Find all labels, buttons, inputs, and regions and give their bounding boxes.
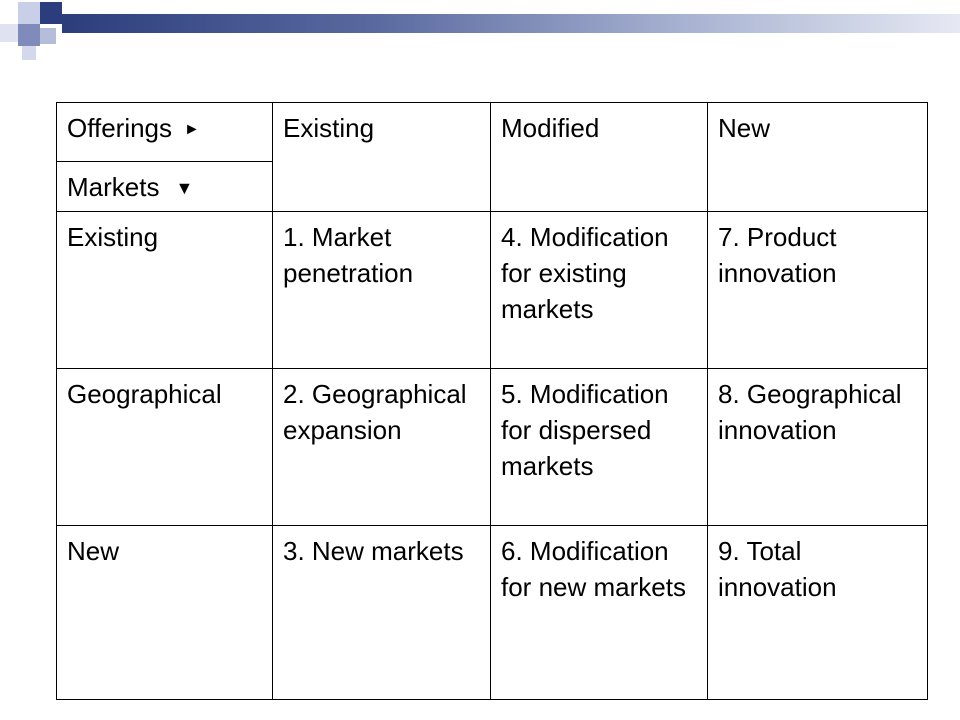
cell-market-penetration: 1. Market penetration xyxy=(272,211,491,369)
ansoff-matrix-table: Offerings ► Existing Modified New Markets… xyxy=(56,102,928,700)
cell-modification-new: 6. Modification for new markets xyxy=(490,525,708,700)
cell-geographical-expansion: 2. Geographical expansion xyxy=(272,368,491,526)
column-header-existing: Existing xyxy=(272,102,491,212)
cell-modification-dispersed: 5. Modification for dispersed markets xyxy=(490,368,708,526)
row-label-new: New xyxy=(56,525,273,700)
cell-modification-existing: 4. Modification for existing markets xyxy=(490,211,708,369)
deco-square xyxy=(18,2,40,24)
table-row: New 3. New markets 6. Modification for n… xyxy=(56,525,928,700)
offerings-label: Offerings xyxy=(67,113,173,143)
cell-geographical-innovation: 8. Geographical innovation xyxy=(707,368,928,526)
cell-total-innovation: 9. Total innovation xyxy=(707,525,928,700)
cell-new-markets: 3. New markets xyxy=(272,525,491,700)
cell-product-innovation: 7. Product innovation xyxy=(707,211,928,369)
header-row: Offerings ► Existing Modified New xyxy=(56,102,928,212)
deco-square xyxy=(0,24,18,42)
arrow-right-icon: ► xyxy=(184,121,200,138)
row-label-existing: Existing xyxy=(56,211,273,369)
markets-header-cell: Markets ▼ xyxy=(56,161,273,212)
deco-square xyxy=(40,2,62,24)
table-row: Existing 1. Market penetration 4. Modifi… xyxy=(56,211,928,369)
column-header-new: New xyxy=(707,102,928,212)
title-bar-gradient xyxy=(62,14,960,33)
column-header-modified: Modified xyxy=(490,102,708,212)
offerings-header-cell: Offerings ► xyxy=(56,102,273,162)
table-row: Geographical 2. Geographical expansion 5… xyxy=(56,368,928,526)
row-label-geographical: Geographical xyxy=(56,368,273,526)
deco-square xyxy=(40,28,56,44)
deco-square xyxy=(22,46,36,60)
deco-square xyxy=(18,24,40,46)
markets-label: Markets xyxy=(67,172,160,202)
arrow-down-icon: ▼ xyxy=(175,178,194,198)
